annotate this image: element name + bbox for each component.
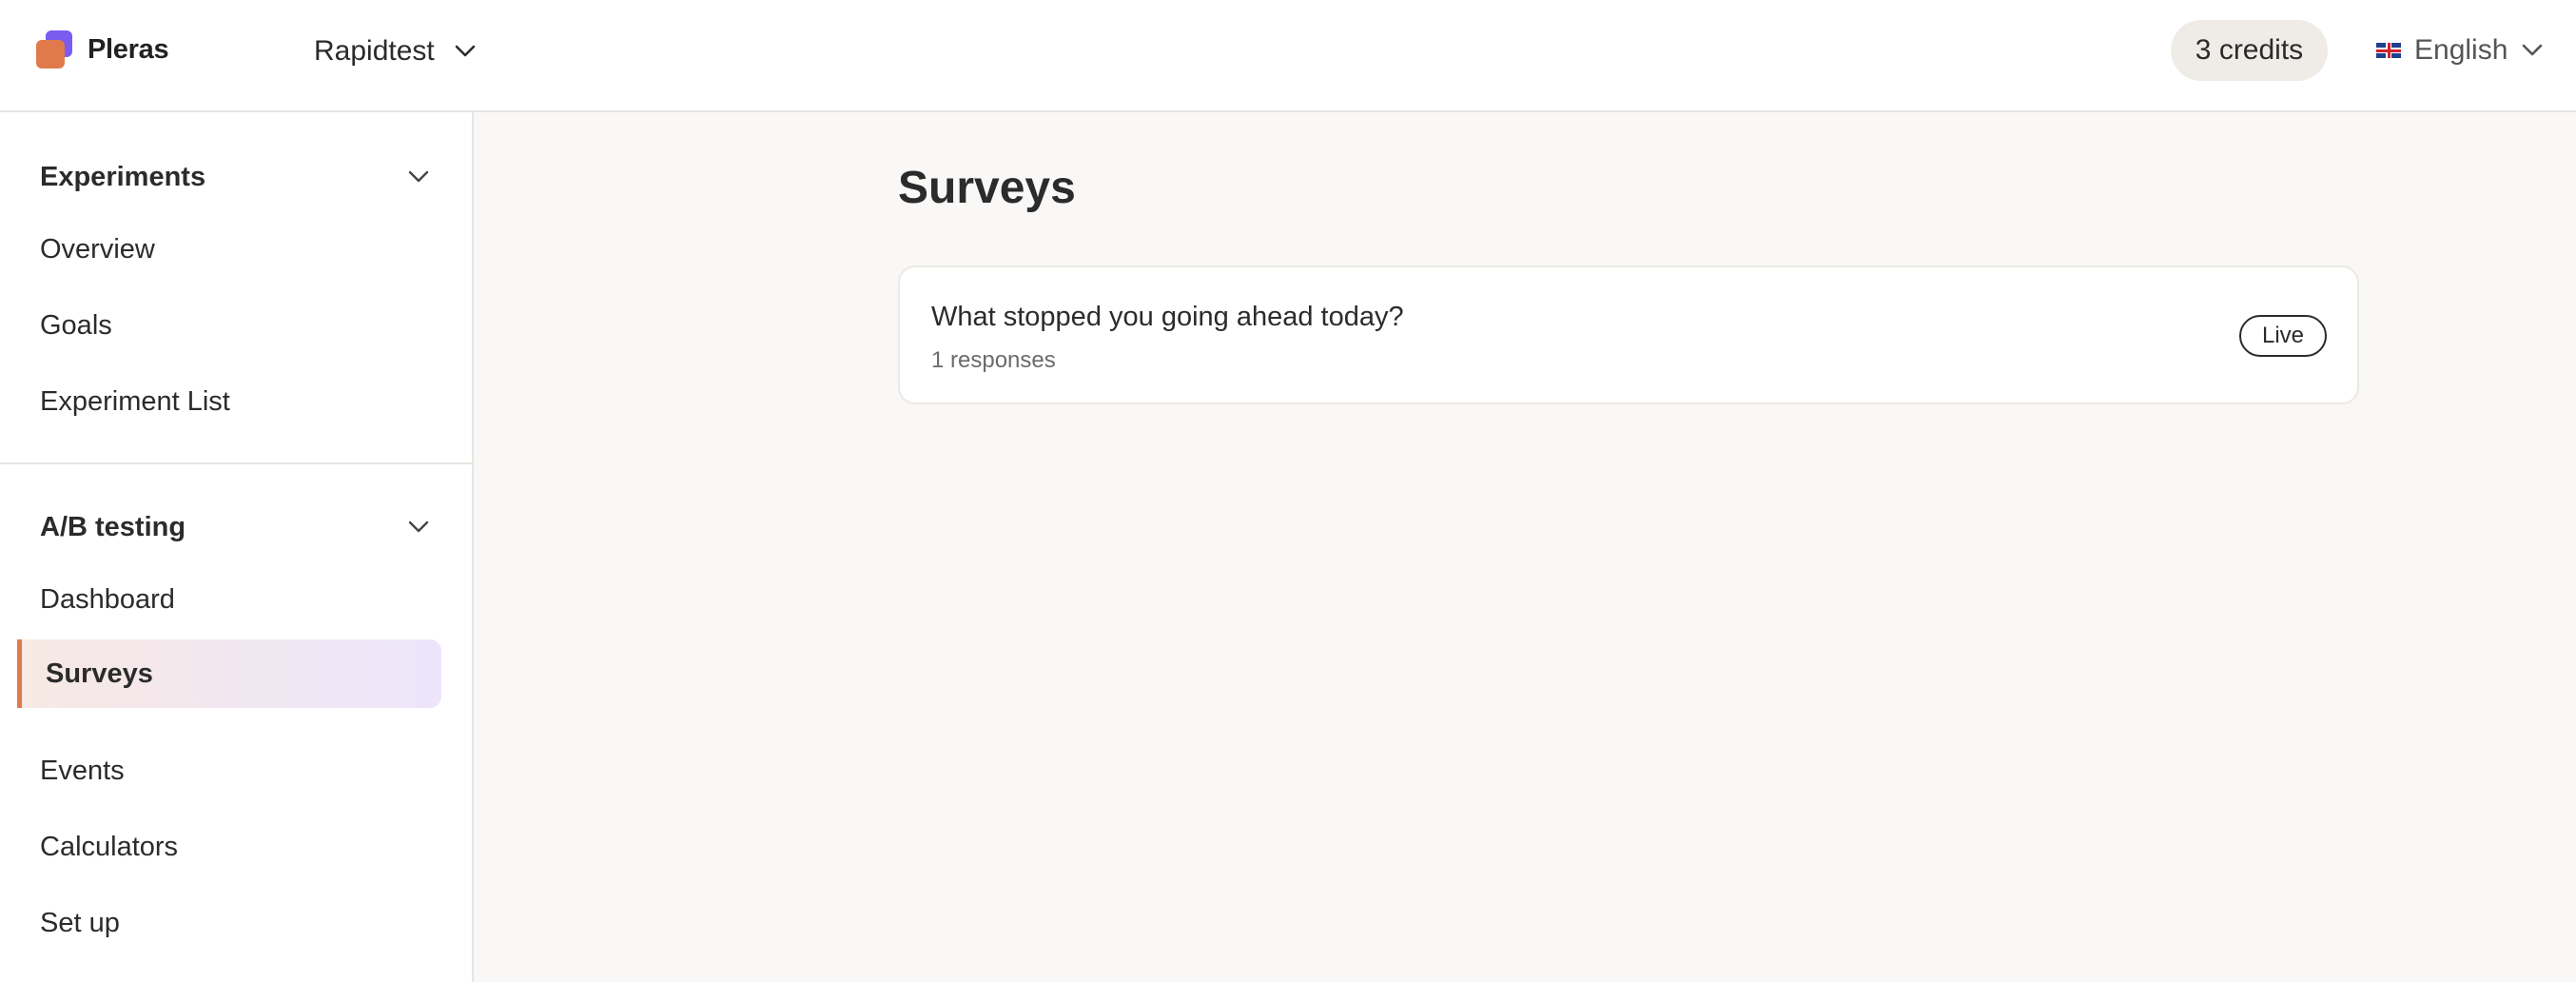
section-experiments-toggle[interactable]: Experiments <box>40 156 430 198</box>
project-selector[interactable]: Rapidtest <box>314 32 477 70</box>
sidebar-item-goals[interactable]: Goals <box>40 304 112 346</box>
survey-title: What stopped you going ahead today? <box>931 302 1404 332</box>
page-title: Surveys <box>898 163 1076 213</box>
top-bar: Pleras Rapidtest 3 credits English <box>0 0 2576 112</box>
project-name: Rapidtest <box>314 35 435 67</box>
language-selector[interactable]: English <box>2376 31 2544 69</box>
survey-responses-count: 1 responses <box>931 347 1056 373</box>
sidebar-item-surveys[interactable]: Surveys <box>17 639 441 708</box>
chevron-down-icon <box>455 45 476 57</box>
logo-square-front <box>36 40 65 69</box>
brand-name[interactable]: Pleras <box>88 34 169 66</box>
sidebar-item-experiment-list[interactable]: Experiment List <box>40 381 230 422</box>
sidebar-item-events[interactable]: Events <box>40 750 125 792</box>
sidebar-item-calculators[interactable]: Calculators <box>40 826 178 868</box>
status-badge: Live <box>2239 315 2327 357</box>
section-ab-testing-toggle[interactable]: A/B testing <box>40 506 430 548</box>
sidebar-item-set-up[interactable]: Set up <box>40 902 120 944</box>
chevron-down-icon <box>408 520 429 533</box>
chevron-down-icon <box>2523 44 2543 56</box>
sidebar: Experiments Overview Goals Experiment Li… <box>0 112 474 982</box>
section-title: A/B testing <box>40 511 186 542</box>
sidebar-divider <box>0 462 472 464</box>
sidebar-item-overview[interactable]: Overview <box>40 228 155 270</box>
chevron-down-icon <box>408 170 429 183</box>
pleras-logo-icon[interactable] <box>36 30 74 69</box>
section-title: Experiments <box>40 161 206 192</box>
survey-card[interactable]: What stopped you going ahead today? 1 re… <box>898 265 2359 404</box>
credits-badge[interactable]: 3 credits <box>2171 20 2328 81</box>
uk-flag-icon <box>2376 43 2401 58</box>
sidebar-item-dashboard[interactable]: Dashboard <box>40 579 175 620</box>
language-label: English <box>2414 34 2508 66</box>
